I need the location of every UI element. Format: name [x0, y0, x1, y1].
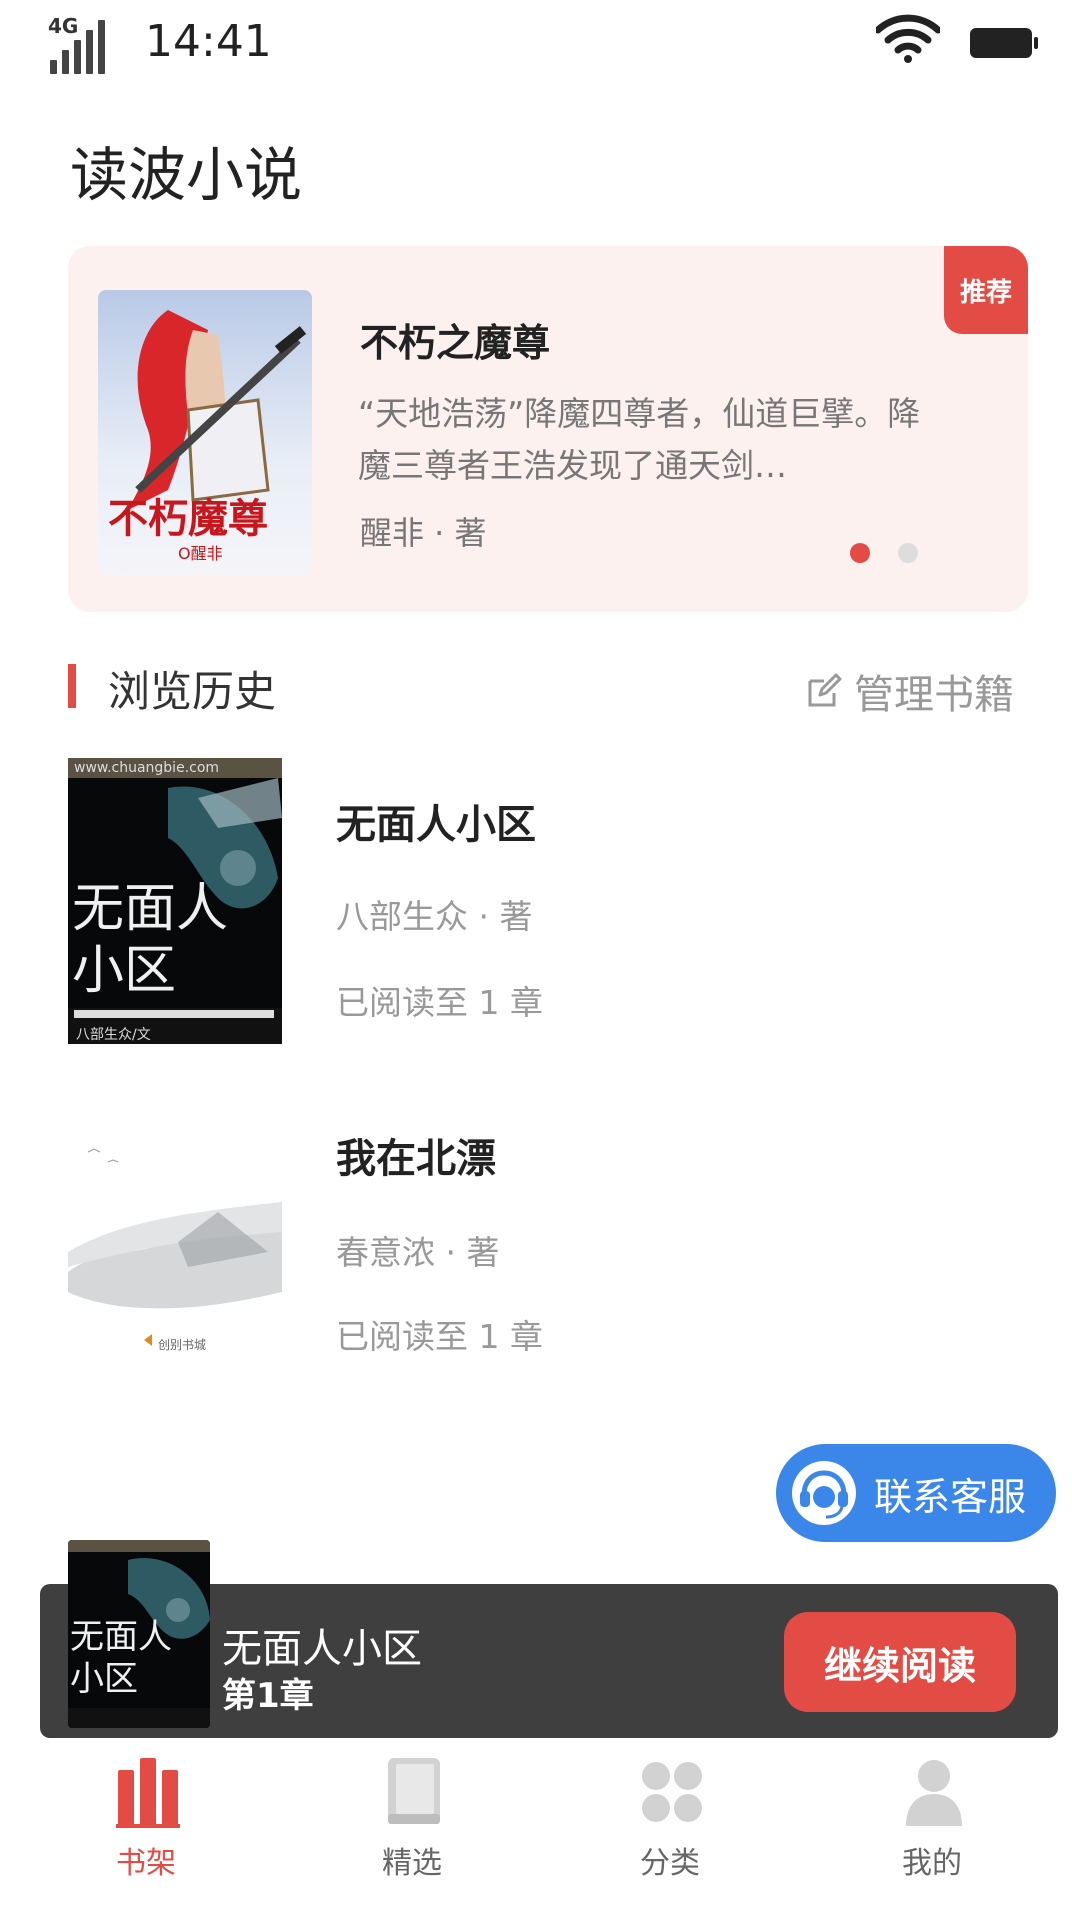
manage-books-label: 管理书籍 — [854, 672, 1014, 718]
tab-mine[interactable]: 我的 — [798, 1746, 1066, 1912]
headset-icon — [792, 1461, 856, 1525]
status-bar: 4G 14:41 — [0, 0, 1072, 90]
signal-icon: 4G — [48, 14, 110, 74]
edit-icon — [808, 673, 842, 707]
banner-book-cover[interactable]: 不朽魔尊 O醒非 — [98, 290, 312, 576]
tab-bookshelf[interactable]: 书架 — [12, 1746, 280, 1912]
banner-book-author: 醒非 · 著 — [360, 514, 487, 552]
recommend-banner[interactable]: 推荐 不朽魔尊 O醒非 不朽之魔尊 “天地浩荡”降魔四尊者，仙道巨擘。降魔三尊者… — [68, 246, 1028, 612]
history-section-title: 浏览历史 — [108, 667, 277, 716]
wifi-icon — [876, 14, 940, 63]
cover-badge-text: 创别书城 — [158, 1338, 207, 1352]
cover-author-text: 八部生众/文 — [76, 1027, 151, 1043]
app-title: 读波小说 — [70, 141, 303, 209]
customer-service-button[interactable]: 联系客服 — [776, 1444, 1056, 1542]
book-cover[interactable]: www.chuangbie.com 无面人小区 八部生众/文 — [68, 758, 282, 1044]
manage-books-button[interactable]: 管理书籍 — [806, 662, 1014, 720]
cover-title-text: 无面人小区 — [72, 879, 229, 1001]
battery-icon — [970, 28, 1038, 58]
book-author: 春意浓 · 著 — [336, 1233, 500, 1272]
tab-category[interactable]: 分类 — [536, 1746, 804, 1912]
carousel-dot-1[interactable] — [850, 543, 870, 563]
banner-book-title[interactable]: 不朽之魔尊 — [360, 312, 550, 367]
tab-label: 分类 — [640, 1846, 700, 1881]
clock: 14:41 — [145, 16, 272, 67]
book-title[interactable]: 我在北漂 — [336, 1126, 496, 1184]
continue-book-cover[interactable]: 无面人小区 — [68, 1540, 210, 1728]
tab-label: 我的 — [902, 1846, 962, 1881]
book-icon — [388, 1758, 440, 1824]
cover-title-text: 无面人小区 — [70, 1617, 172, 1699]
bookshelf-icon — [116, 1758, 180, 1828]
carousel-dot-2[interactable] — [898, 543, 918, 563]
category-icon — [642, 1762, 702, 1822]
section-accent-bar — [68, 664, 76, 708]
recommend-tag: 推荐 — [944, 246, 1028, 334]
network-type: 4G — [48, 14, 79, 38]
tab-label: 书架 — [116, 1846, 176, 1881]
cover-site-text: www.chuangbie.com — [74, 760, 220, 776]
book-cover[interactable]: 创别书城 — [68, 1092, 282, 1378]
continue-reading-button[interactable]: 继续阅读 — [784, 1612, 1016, 1712]
cover-title-text: 不朽魔尊 — [108, 495, 268, 542]
book-author: 八部生众 · 著 — [336, 897, 533, 936]
book-progress: 已阅读至 1 章 — [336, 1317, 543, 1356]
book-progress: 已阅读至 1 章 — [336, 983, 543, 1022]
continue-book-title: 无面人小区 — [222, 1626, 422, 1672]
bottom-tab-bar: 书架 精选 分类 我的 — [0, 1746, 1072, 1912]
continue-chapter: 第1章 — [222, 1676, 314, 1716]
banner-book-description: “天地浩荡”降魔四尊者，仙道巨擘。降魔三尊者王浩发现了通天剑… — [358, 394, 921, 485]
customer-service-label: 联系客服 — [874, 1474, 1027, 1519]
tab-label: 精选 — [382, 1846, 442, 1881]
cover-author-text: O醒非 — [178, 544, 223, 563]
book-title[interactable]: 无面人小区 — [336, 792, 536, 850]
tab-featured[interactable]: 精选 — [278, 1746, 546, 1912]
user-icon — [906, 1760, 962, 1826]
